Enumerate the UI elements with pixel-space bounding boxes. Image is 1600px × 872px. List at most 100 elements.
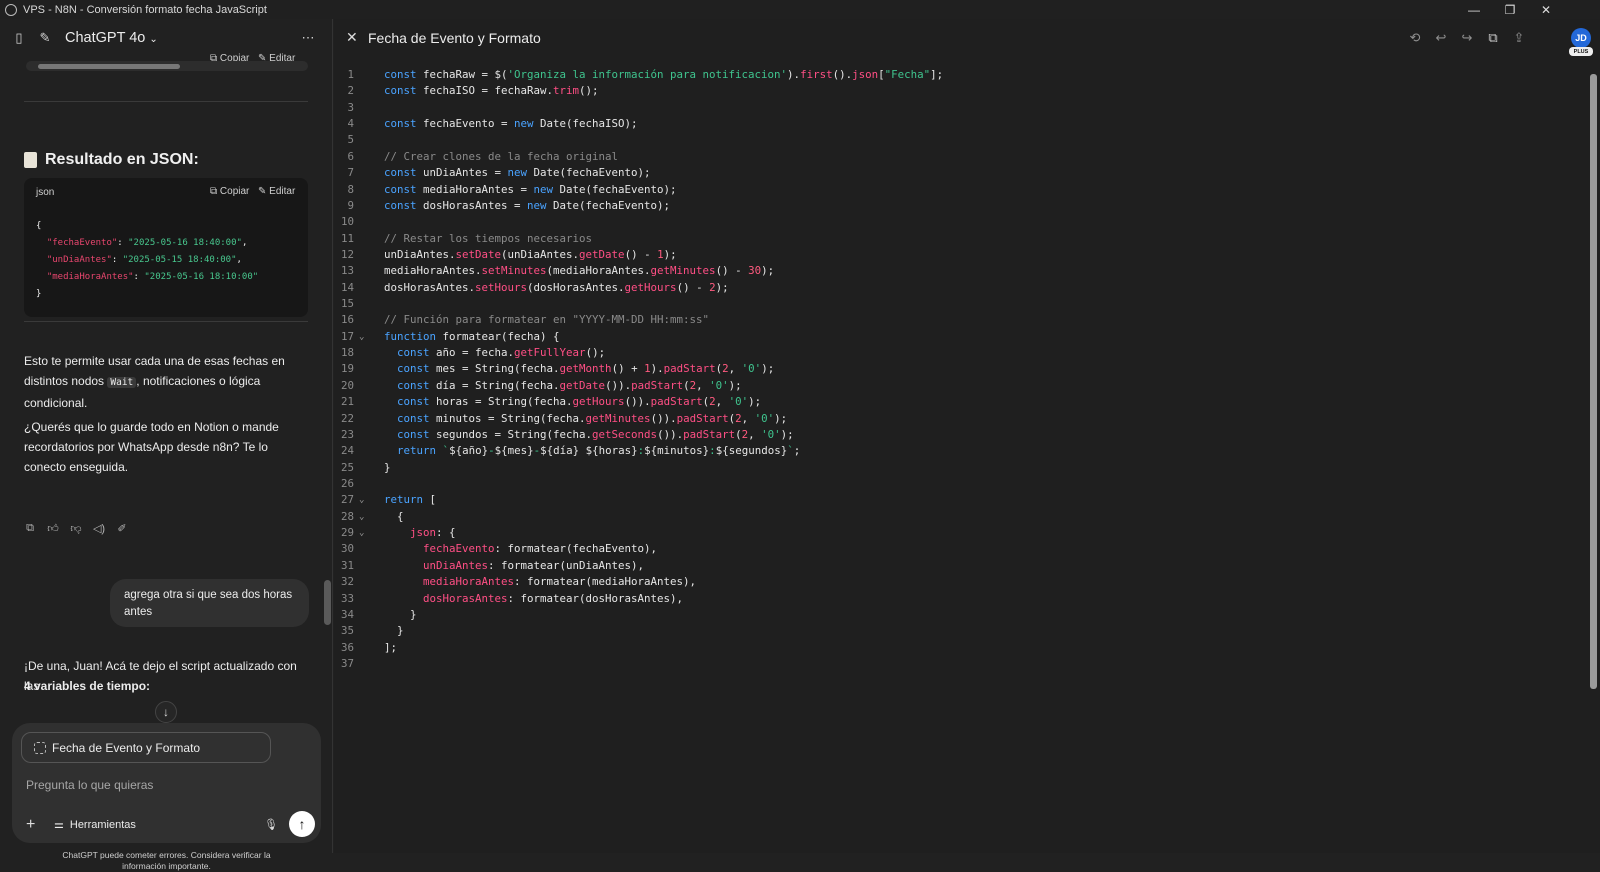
code-text: function formatear(fecha) { [384,329,560,343]
code-text: const día = String(fecha.getDate()).padS… [397,378,742,392]
assistant-paragraph: ¿Querés que lo guarde todo en Notion o m… [24,420,279,474]
code-line: 18 const año = fecha.getFullYear(); [334,345,1584,361]
new-chat-icon[interactable]: ✎ [37,30,53,46]
code-text: // Crear clones de la fecha original [384,149,619,163]
window-titlebar: VPS - N8N - Conversión formato fecha Jav… [0,0,1600,19]
code-line: 35 } [334,623,1584,639]
thumbs-up-icon[interactable]: 👍︎ [47,522,59,535]
canvas-icon [34,742,46,754]
json-key: "unDiaAntes" [46,255,112,265]
code-text: const mes = String(fecha.getMonth() + 1)… [397,362,775,376]
assistant-paragraph: Esto te permite usar cada una de esas fe… [24,351,308,413]
disclaimer-text: ChatGPT puede cometer errores. Considera… [62,850,271,871]
fold-chevron-icon[interactable]: ⌄ [359,509,364,525]
line-number: 20 [340,378,354,392]
close-canvas-button[interactable]: ✕ [346,29,358,46]
json-code-block: json ⧉ Copiar ✎ Editar { "fechaEvento": … [24,178,308,317]
user-message-bubble: agrega otra si que sea dos horas antes [110,579,309,627]
code-line: 19 const mes = String(fecha.getMonth() +… [334,361,1584,377]
history-icon[interactable]: ⟲ [1407,30,1423,46]
code-text: const horas = String(fecha.getHours()).p… [397,395,762,409]
code-text: mediaHoraAntes.setMinutes(mediaHoraAntes… [384,264,775,278]
scroll-to-bottom-button[interactable]: ↓ [155,701,177,723]
fold-chevron-icon[interactable]: ⌄ [359,329,364,345]
fold-chevron-icon[interactable]: ⌄ [359,525,364,541]
chevron-down-icon: ⌄ [149,34,158,45]
line-number: 29 [340,526,354,540]
plan-badge: PLUS [1569,47,1593,56]
code-line: 33 dosHorasAntes: formatear(dosHorasAnte… [334,591,1584,607]
microphone-icon[interactable]: 🎙︎ [264,818,278,831]
line-number: 8 [347,182,354,196]
model-selector[interactable]: ChatGPT 4o ⌄ [65,30,158,46]
code-line: 17 ⌄ function formatear(fecha) { [334,329,1584,345]
line-number: 13 [340,264,354,278]
code-text: const fechaISO = fechaRaw.trim(); [384,84,599,98]
code-line: 31 unDiaAntes: formatear(unDiaAntes), [334,558,1584,574]
line-number: 21 [340,395,354,409]
undo-icon[interactable]: ↩ [1433,30,1449,46]
tools-button[interactable]: ⚌ Herramientas [54,818,136,832]
code-line: 12 unDiaAntes.setDate(unDiaAntes.getDate(… [334,247,1584,263]
code-line: 1 const fechaRaw = $('Organiza la informa… [334,67,1584,83]
line-number: 1 [347,68,354,81]
code-line: 32 mediaHoraAntes: formatear(mediaHoraAn… [334,574,1584,590]
json-value: "2025-05-15 18:40:00" [122,255,237,265]
line-number: 5 [347,133,354,147]
json-line: "mediaHoraAntes": "2025-05-16 18:10:00" [46,272,259,282]
scrollbar-thumb[interactable] [324,580,331,625]
code-line: 10 [334,214,1584,230]
sidebar-toggle-icon[interactable]: ▯ [11,30,27,46]
model-label: ChatGPT 4o [65,30,146,46]
line-number: 10 [340,215,354,229]
thumbs-down-icon[interactable]: 👎︎ [70,522,82,535]
code-line: 14 dosHorasAntes.setHours(dosHorasAntes.g… [334,280,1584,296]
code-line: 34 } [334,607,1584,623]
code-horizontal-scrollbar[interactable] [26,61,308,71]
edit-label: Editar [269,186,296,197]
line-number: 6 [347,149,354,163]
copy-label: Copiar [219,186,250,197]
json-value: "2025-05-16 18:10:00" [144,272,259,282]
code-text: dosHorasAntes: formatear(dosHorasAntes), [423,591,684,605]
code-text: { [384,509,404,523]
line-number: 11 [340,231,354,245]
code-line: 22 const minutos = String(fecha.getMinut… [334,411,1584,427]
copy-code-button[interactable]: ⧉ Copiar [210,186,249,197]
code-text: ]; [384,640,398,654]
edit-code-button[interactable]: ✎ Editar [258,186,295,197]
canvas-vertical-scrollbar[interactable] [1590,74,1597,689]
edit-in-canvas-icon[interactable]: ✐ [116,522,128,535]
code-line: 8 const mediaHoraAntes = new Date(fechaEv… [334,182,1584,198]
line-number: 3 [347,100,354,114]
code-line: 27 ⌄ return [ [334,492,1584,508]
redo-icon[interactable]: ↪ [1459,30,1475,46]
line-number: 33 [340,591,354,605]
canvas-reference-chip[interactable]: Fecha de Evento y Formato [21,732,271,763]
line-number: 37 [340,656,354,670]
close-icon: ✕ [346,29,358,45]
avatar[interactable]: JD [1571,28,1591,48]
attach-plus-button[interactable]: + [26,816,35,834]
fold-chevron-icon[interactable]: ⌄ [359,492,364,508]
json-line: } [36,289,42,299]
code-text: } [384,460,391,474]
line-number: 19 [340,362,354,376]
arrow-down-icon: ↓ [163,705,169,719]
maximize-button[interactable]: ❐ [1492,0,1528,19]
scrollbar-thumb[interactable] [38,64,180,69]
code-editor[interactable]: 1 const fechaRaw = $('Organiza la informa… [334,67,1584,672]
minimize-button[interactable]: — [1456,0,1492,19]
send-button[interactable]: ↑ [289,811,315,837]
copy-icon[interactable]: ⧉ [24,522,36,534]
chat-vertical-scrollbar[interactable] [323,75,331,735]
copy-code-icon[interactable]: ⧉ [1485,30,1501,46]
code-line: 4 const fechaEvento = new Date(fechaISO); [334,116,1584,132]
line-number: 14 [340,280,354,294]
read-aloud-icon[interactable]: ◁) [93,522,105,535]
close-window-button[interactable]: ✕ [1528,0,1564,19]
more-options-icon[interactable]: ⋯ [300,30,316,46]
line-number: 26 [340,476,354,490]
share-icon[interactable]: ⇪ [1511,30,1527,46]
prompt-input[interactable] [26,778,296,792]
